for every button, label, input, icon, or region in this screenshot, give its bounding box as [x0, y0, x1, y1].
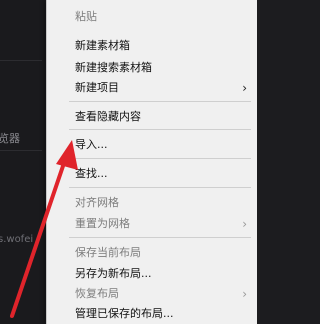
submenu-chevron-icon: ›: [242, 81, 247, 95]
menu-separator: [69, 237, 251, 238]
background-panel: [0, 0, 45, 324]
menu-item-restore-layout[interactable]: 恢复布局 ›: [47, 283, 257, 305]
menu-separator: [69, 187, 251, 188]
menu-item-label: 重置为网格: [75, 217, 130, 230]
menu-item-label: 粘贴: [75, 10, 97, 23]
menu-item-import[interactable]: 导入...: [47, 134, 257, 156]
background-text-fragment: 览器: [0, 132, 20, 145]
submenu-chevron-icon: ›: [242, 217, 247, 231]
background-url-fragment: s.wofei: [0, 234, 34, 245]
submenu-chevron-icon: ›: [242, 287, 247, 301]
menu-item-label: 管理已保存的布局...: [75, 307, 174, 320]
menu-item-label: 恢复布局: [75, 287, 119, 300]
menu-item-label: 另存为新布局...: [75, 267, 152, 280]
menu-item-label: 新建项目: [75, 81, 119, 94]
screenshot-stage: 览器 s.wofei 粘贴 新建素材箱 新建搜索素材箱 新建项目 › 查看隐藏内…: [0, 0, 259, 324]
menu-item-label: 保存当前布局: [75, 246, 141, 259]
menu-separator: [69, 101, 251, 102]
menu-item-label: 对齐网格: [75, 196, 119, 209]
menu-item-label: 新建素材箱: [75, 39, 130, 52]
menu-item-save-as-new-layout[interactable]: 另存为新布局...: [47, 263, 257, 285]
menu-separator: [69, 129, 251, 130]
menu-separator: [69, 158, 251, 159]
menu-item-paste[interactable]: 粘贴: [47, 6, 257, 28]
menu-item-label: 导入...: [75, 138, 108, 151]
menu-item-label: 查看隐藏内容: [75, 110, 141, 123]
menu-item-label: 新建搜索素材箱: [75, 61, 152, 74]
background-divider: [0, 60, 42, 61]
menu-item-new-bin[interactable]: 新建素材箱: [47, 35, 257, 57]
menu-item-new-item[interactable]: 新建项目 ›: [47, 77, 257, 99]
menu-item-reset-grid[interactable]: 重置为网格 ›: [47, 213, 257, 235]
menu-item-show-hidden[interactable]: 查看隐藏内容: [47, 106, 257, 128]
menu-item-manage-layouts[interactable]: 管理已保存的布局...: [47, 303, 257, 324]
context-menu: 粘贴 新建素材箱 新建搜索素材箱 新建项目 › 查看隐藏内容 导入... 查找.…: [46, 0, 257, 324]
menu-item-align-grid[interactable]: 对齐网格: [47, 192, 257, 214]
menu-item-find[interactable]: 查找...: [47, 163, 257, 185]
menu-item-save-layout[interactable]: 保存当前布局: [47, 242, 257, 264]
menu-item-label: 查找...: [75, 167, 108, 180]
menu-item-new-search-bin[interactable]: 新建搜索素材箱: [47, 57, 257, 79]
background-divider: [0, 150, 42, 151]
